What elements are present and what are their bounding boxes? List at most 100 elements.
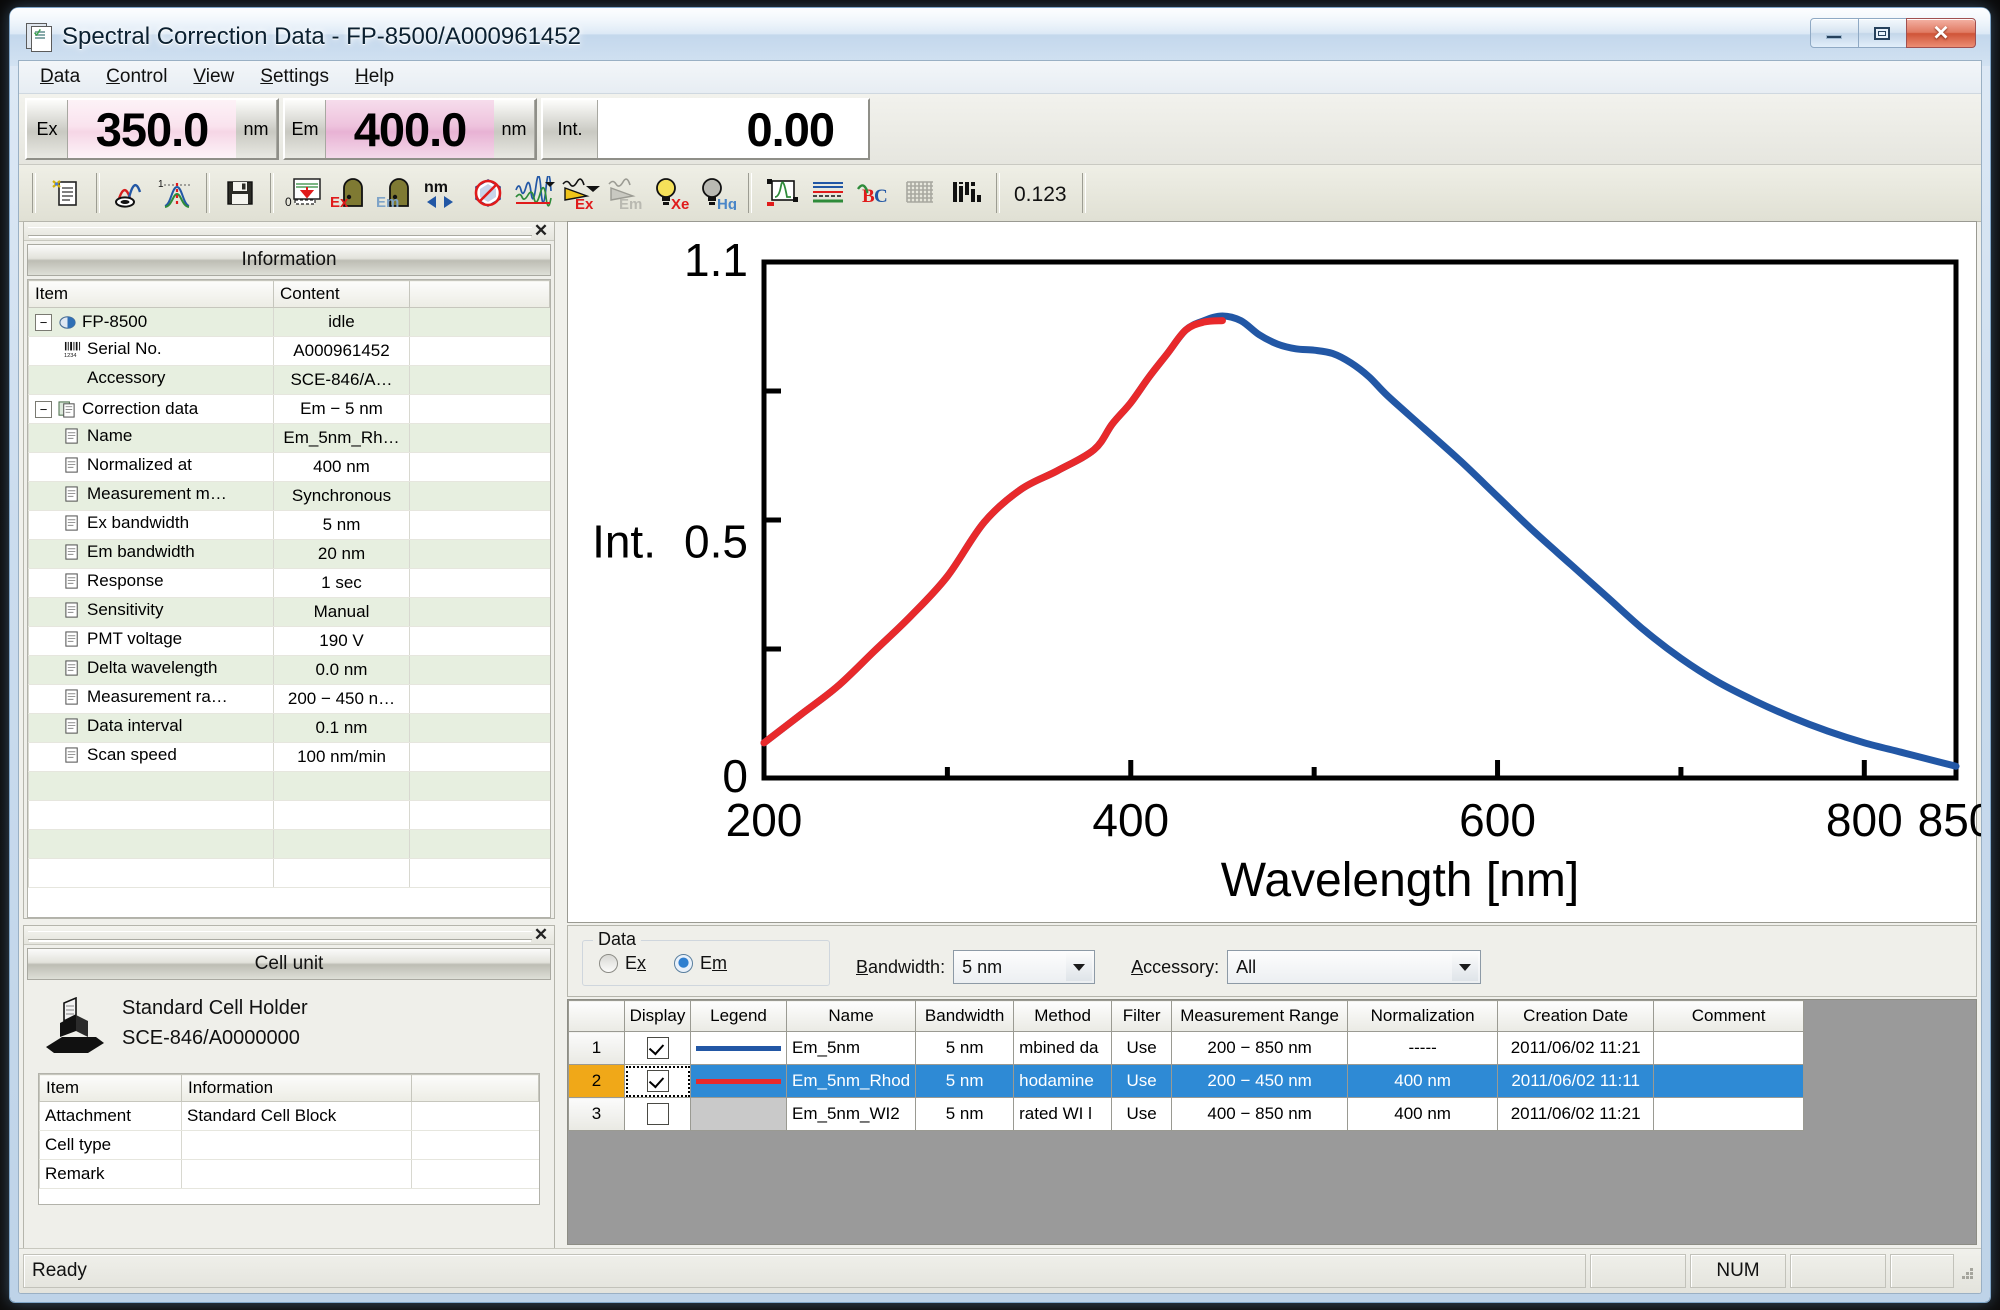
- information-table: Item Content − FP-8500 idle 1234 Serial No. A…: [28, 280, 550, 888]
- information-row[interactable]: Measurement m… Synchronous: [28, 481, 550, 511]
- data-col-method[interactable]: Method: [1013, 1000, 1113, 1032]
- numeric-view-icon[interactable]: 0.123: [1007, 171, 1075, 215]
- data-table-panel[interactable]: Display Legend Name Bandwidth Method Filter Me…: [567, 999, 1977, 1245]
- menu-data[interactable]: Data: [27, 63, 93, 91]
- ex-lamp-door-icon[interactable]: Ex: [327, 171, 373, 215]
- information-row[interactable]: Em bandwidth 20 nm: [28, 539, 550, 569]
- data-col-legend[interactable]: Legend: [690, 1000, 787, 1032]
- em-value[interactable]: 400.0: [326, 100, 494, 158]
- data-col-filter[interactable]: Filter: [1111, 1000, 1173, 1032]
- radio-ex[interactable]: Ex: [599, 953, 646, 974]
- ex-label: Ex: [27, 100, 68, 158]
- save-floppy-icon[interactable]: [217, 171, 263, 215]
- hg-lamp-icon[interactable]: Hg: [695, 171, 741, 215]
- information-row[interactable]: Name Em_5nm_Rh…: [28, 423, 550, 453]
- information-row[interactable]: Normalized at 400 nm: [28, 452, 550, 482]
- data-col-measurement-range[interactable]: Measurement Range: [1171, 1000, 1349, 1032]
- information-row[interactable]: − Correction data Em − 5 nm: [28, 394, 550, 424]
- abc-view-icon[interactable]: B C: [851, 171, 897, 215]
- close-button[interactable]: ✕: [1906, 18, 1976, 48]
- ex-value[interactable]: 350.0: [68, 100, 236, 158]
- display-checkbox[interactable]: [646, 1102, 669, 1125]
- cell-unit-row[interactable]: Attachment Standard Cell Block: [39, 1101, 539, 1131]
- cell-unit-row[interactable]: Cell type: [39, 1130, 539, 1160]
- cell-unit-table-wrap[interactable]: Item Information Attachment Standard Cell…: [38, 1073, 540, 1205]
- menu-settings[interactable]: Settings: [247, 63, 342, 91]
- page-icon: [65, 486, 78, 502]
- ex-correction-icon[interactable]: Ex: [557, 171, 603, 215]
- xe-lamp-icon[interactable]: Xe: [649, 171, 695, 215]
- drag-grip[interactable]: [28, 930, 532, 940]
- cell-unit-close-icon[interactable]: ✕: [532, 926, 550, 943]
- accessory-select[interactable]: All: [1227, 950, 1482, 984]
- tree-expander[interactable]: −: [35, 400, 52, 418]
- information-panel-gripbar[interactable]: ✕: [24, 222, 554, 241]
- minimize-button[interactable]: [1810, 18, 1859, 48]
- info-item: 1234 Serial No.: [28, 336, 274, 366]
- table-row[interactable]: 2 Em_5nm_Rhod 5 nm hodamine Use 200 − 450 nm 4…: [568, 1064, 1805, 1098]
- graph-view-icon[interactable]: [759, 171, 805, 215]
- cell-unit-title: Cell unit: [27, 948, 551, 980]
- em-lamp-door-icon[interactable]: Em: [373, 171, 419, 215]
- name-cell: Em_5nm_WI2: [785, 1097, 917, 1131]
- bandwidth-select[interactable]: 5 nm: [953, 950, 1096, 984]
- information-row[interactable]: PMT voltage 190 V: [28, 626, 550, 656]
- information-row[interactable]: Ex bandwidth 5 nm: [28, 510, 550, 540]
- info-blank: [409, 713, 550, 743]
- information-panel-close-icon[interactable]: ✕: [532, 222, 550, 239]
- data-col-comment[interactable]: Comment: [1653, 1000, 1805, 1032]
- menu-view[interactable]: View: [180, 63, 247, 91]
- resize-grip-icon[interactable]: [1954, 1260, 1976, 1282]
- radio-em[interactable]: Em: [674, 953, 727, 974]
- information-row[interactable]: Delta wavelength 0.0 nm: [28, 655, 550, 685]
- drag-grip[interactable]: [28, 226, 532, 236]
- information-row[interactable]: Scan speed 100 nm/min: [28, 742, 550, 772]
- information-row[interactable]: Measurement ra… 200 − 450 n…: [28, 684, 550, 714]
- grid-view-icon[interactable]: [897, 171, 943, 215]
- title-bar[interactable]: Spectral Correction Data - FP-8500/A0009…: [10, 8, 1990, 66]
- display-cell[interactable]: [624, 1031, 691, 1065]
- nm-step-icon[interactable]: nm: [419, 171, 465, 215]
- chevron-down-icon[interactable]: [1452, 953, 1479, 981]
- display-cell[interactable]: [624, 1064, 691, 1098]
- display-checkbox[interactable]: [646, 1036, 669, 1059]
- information-row[interactable]: Data interval 0.1 nm: [28, 713, 550, 743]
- menu-help[interactable]: Help: [342, 63, 407, 91]
- cell-unit-gripbar[interactable]: ✕: [24, 926, 554, 945]
- new-document-icon[interactable]: [43, 171, 89, 215]
- data-col-normalization[interactable]: Normalization: [1347, 1000, 1499, 1032]
- display-cell[interactable]: [624, 1097, 691, 1131]
- document-pair-icon: [58, 401, 75, 418]
- data-col-rowno[interactable]: [568, 1000, 625, 1032]
- information-row[interactable]: Response 1 sec: [28, 568, 550, 598]
- cell-unit-row[interactable]: Remark: [39, 1159, 539, 1189]
- display-checkbox[interactable]: [646, 1069, 669, 1092]
- spectrum-chart-panel[interactable]: 1.10.50Int.200400600800850Wavelength [nm…: [567, 221, 1981, 923]
- spectra-link-icon[interactable]: [107, 171, 153, 215]
- spectrum-baseline-icon[interactable]: [511, 171, 557, 215]
- menu-control[interactable]: Control: [93, 63, 180, 91]
- info-content: SCE-846/A…: [273, 365, 410, 395]
- information-row[interactable]: Accessory SCE-846/A…: [28, 365, 550, 395]
- table-row[interactable]: 1 Em_5nm 5 nm mbined da Use 200 − 850 nm -----…: [568, 1031, 1805, 1065]
- y-axis-label: Int.: [592, 515, 656, 567]
- information-tree[interactable]: Item Content − FP-8500 idle 1234 Serial No. A…: [27, 279, 551, 918]
- data-col-creation-date[interactable]: Creation Date: [1497, 1000, 1655, 1032]
- page-icon: [65, 573, 78, 589]
- maximize-button[interactable]: [1858, 18, 1907, 48]
- list-view-icon[interactable]: [805, 171, 851, 215]
- bar-view-icon[interactable]: [943, 171, 989, 215]
- table-row[interactable]: 3 Em_5nm_WI2 5 nm rated WI l Use 400 − 850 nm…: [568, 1097, 1805, 1131]
- normalize-peak-icon[interactable]: 1: [153, 171, 199, 215]
- shutter-off-icon[interactable]: [465, 171, 511, 215]
- data-col-display[interactable]: Display: [624, 1000, 691, 1032]
- data-col-bandwidth[interactable]: Bandwidth: [915, 1000, 1015, 1032]
- information-row[interactable]: Sensitivity Manual: [28, 597, 550, 627]
- data-col-name[interactable]: Name: [785, 1000, 917, 1032]
- information-row[interactable]: − FP-8500 idle: [28, 307, 550, 337]
- zero-baseline-icon[interactable]: 0: [281, 171, 327, 215]
- chevron-down-icon[interactable]: [1066, 953, 1093, 981]
- information-row[interactable]: 1234 Serial No. A000961452: [28, 336, 550, 366]
- em-correction-icon[interactable]: Em: [603, 171, 649, 215]
- tree-expander[interactable]: −: [35, 313, 52, 331]
